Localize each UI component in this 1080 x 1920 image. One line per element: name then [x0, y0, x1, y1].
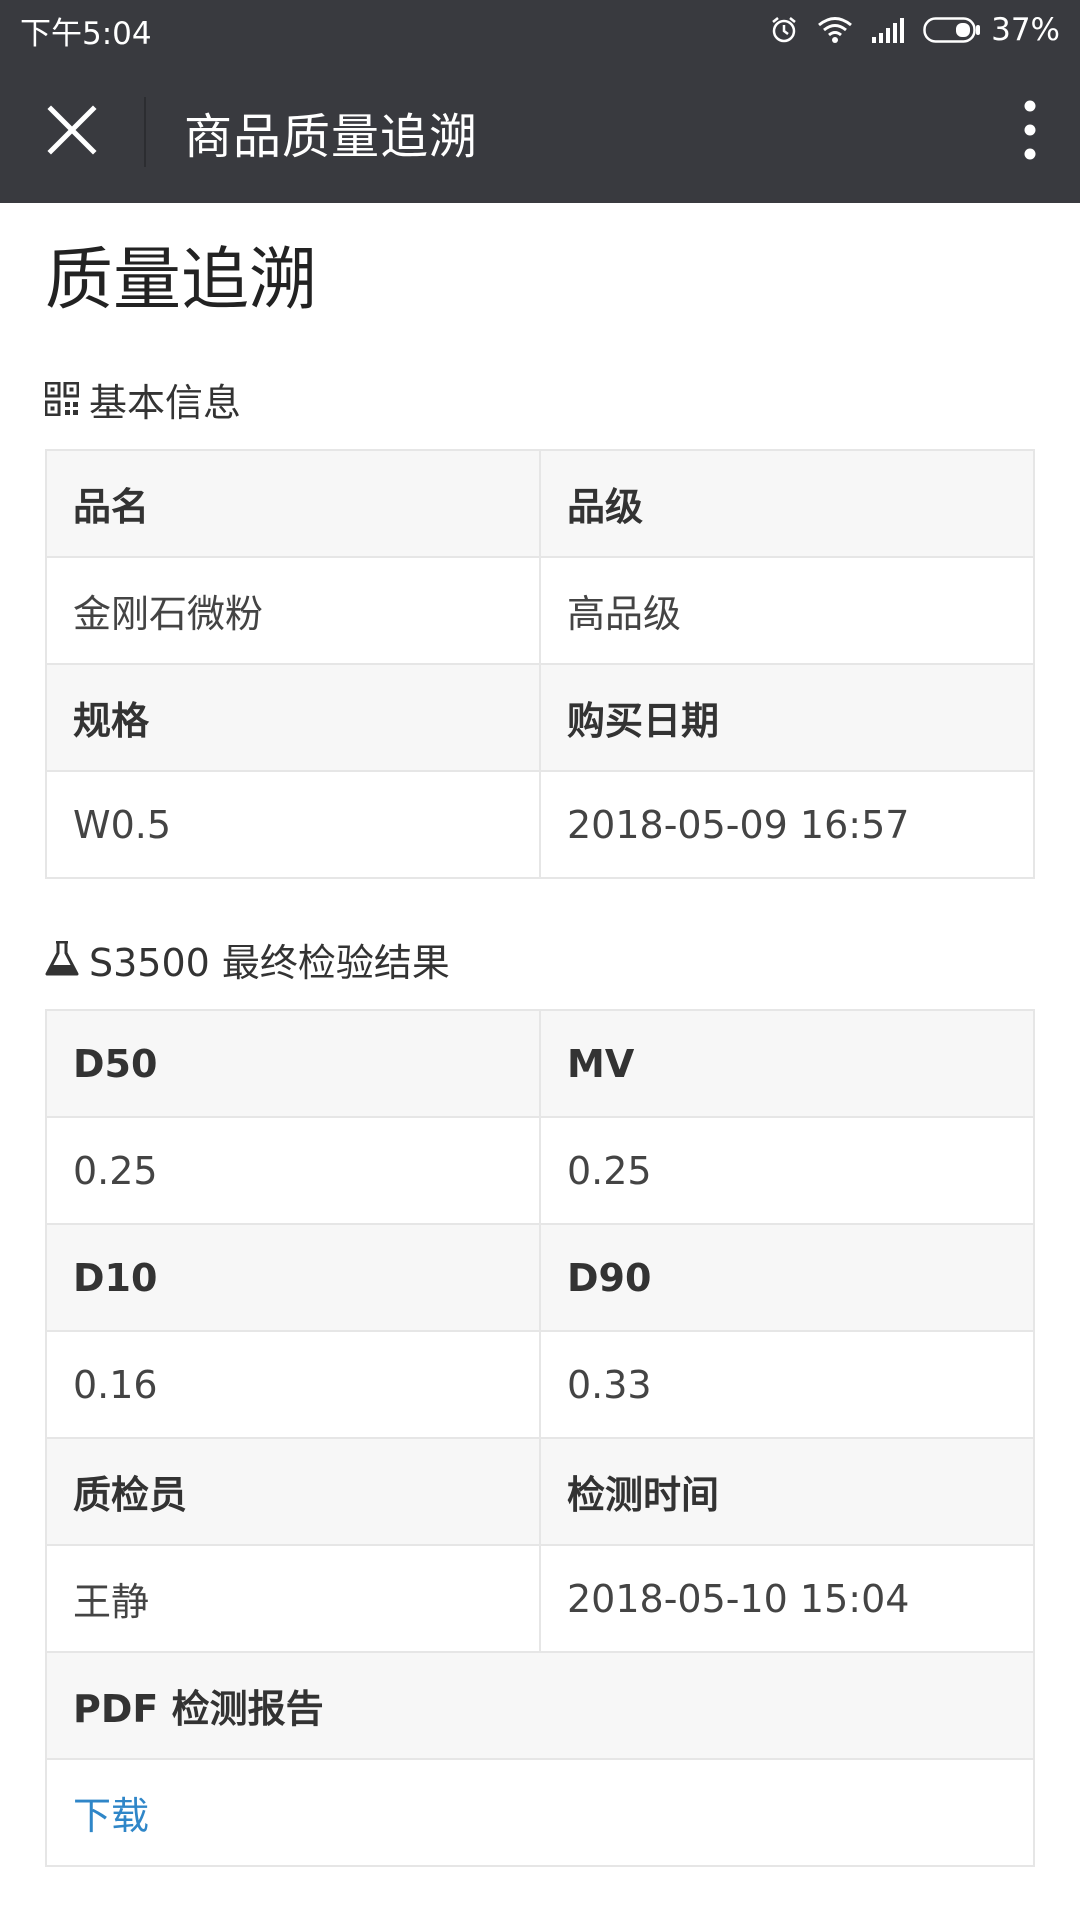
table-cell: 王静	[45, 1544, 541, 1653]
table-row: 0.25 0.25	[45, 1116, 1035, 1225]
wifi-icon	[817, 16, 853, 44]
nav-title: 商品质量追溯	[184, 108, 479, 165]
table-row: W0.5 2018-05-09 16:57	[45, 770, 1035, 879]
inspection-table: D50 MV 0.25 0.25 D10 D90 0.16 0.33 质检员 检…	[45, 1009, 1035, 1867]
basic-info-heading: 基本信息	[45, 369, 1035, 429]
battery-percent: 37%	[991, 12, 1060, 48]
table-row: 规格 购买日期	[45, 663, 1035, 772]
table-row: 质检员 检测时间	[45, 1437, 1035, 1546]
table-row: 0.16 0.33	[45, 1330, 1035, 1439]
signal-icon	[871, 17, 905, 43]
main-content: 质量追溯 基本信息 品名 品级 金刚石微粉 高品级 规格 购买日期 W0.5 2…	[0, 235, 1080, 1867]
table-row: 品名 品级	[45, 449, 1035, 558]
table-cell: 0.16	[45, 1330, 541, 1439]
close-button[interactable]	[0, 60, 144, 203]
table-header-cell: 品名	[45, 449, 541, 558]
nav-divider	[144, 96, 146, 167]
table-row: 下载	[45, 1758, 1035, 1867]
table-row: 金刚石微粉 高品级	[45, 556, 1035, 665]
table-cell: W0.5	[45, 770, 541, 879]
page-title: 质量追溯	[45, 241, 318, 320]
status-time: 下午5:04	[20, 15, 152, 52]
table-header-cell: 质检员	[45, 1437, 541, 1546]
table-cell: 0.25	[45, 1116, 541, 1225]
battery-indicator: 37%	[923, 12, 1060, 48]
download-link[interactable]: 下载	[73, 1794, 149, 1838]
table-header-cell: D90	[539, 1223, 1035, 1332]
more-vertical-icon	[1024, 100, 1036, 164]
table-cell: 0.25	[539, 1116, 1035, 1225]
basic-info-heading-label: 基本信息	[89, 380, 242, 425]
close-icon	[47, 104, 97, 159]
flask-icon	[45, 941, 79, 977]
table-cell: 2018-05-10 15:04	[539, 1544, 1035, 1653]
table-cell: 高品级	[539, 556, 1035, 665]
table-header-cell: D50	[45, 1009, 541, 1118]
table-header-cell: 检测时间	[539, 1437, 1035, 1546]
table-row: 王静 2018-05-10 15:04	[45, 1544, 1035, 1653]
pdf-report-header: PDF 检测报告	[45, 1651, 1035, 1760]
download-cell: 下载	[45, 1758, 1035, 1867]
table-row: D10 D90	[45, 1223, 1035, 1332]
qrcode-icon	[45, 382, 79, 416]
table-row: PDF 检测报告	[45, 1651, 1035, 1760]
table-row: D50 MV	[45, 1009, 1035, 1118]
table-header-cell: MV	[539, 1009, 1035, 1118]
basic-info-table: 品名 品级 金刚石微粉 高品级 规格 购买日期 W0.5 2018-05-09 …	[45, 449, 1035, 879]
table-header-cell: 品级	[539, 449, 1035, 558]
table-cell: 0.33	[539, 1330, 1035, 1439]
alarm-icon	[769, 15, 799, 45]
table-header-cell: 规格	[45, 663, 541, 772]
status-icons: 37%	[769, 12, 1060, 48]
table-cell: 金刚石微粉	[45, 556, 541, 665]
table-header-cell: 购买日期	[539, 663, 1035, 772]
navigation-bar: 商品质量追溯	[0, 60, 1080, 203]
table-header-cell: D10	[45, 1223, 541, 1332]
status-bar: 下午5:04 37%	[0, 0, 1080, 60]
more-button[interactable]	[980, 60, 1080, 203]
inspection-heading: S3500 最终检验结果	[45, 929, 1035, 989]
inspection-heading-label: S3500 最终检验结果	[89, 940, 450, 985]
table-cell: 2018-05-09 16:57	[539, 770, 1035, 879]
battery-icon	[923, 17, 981, 43]
